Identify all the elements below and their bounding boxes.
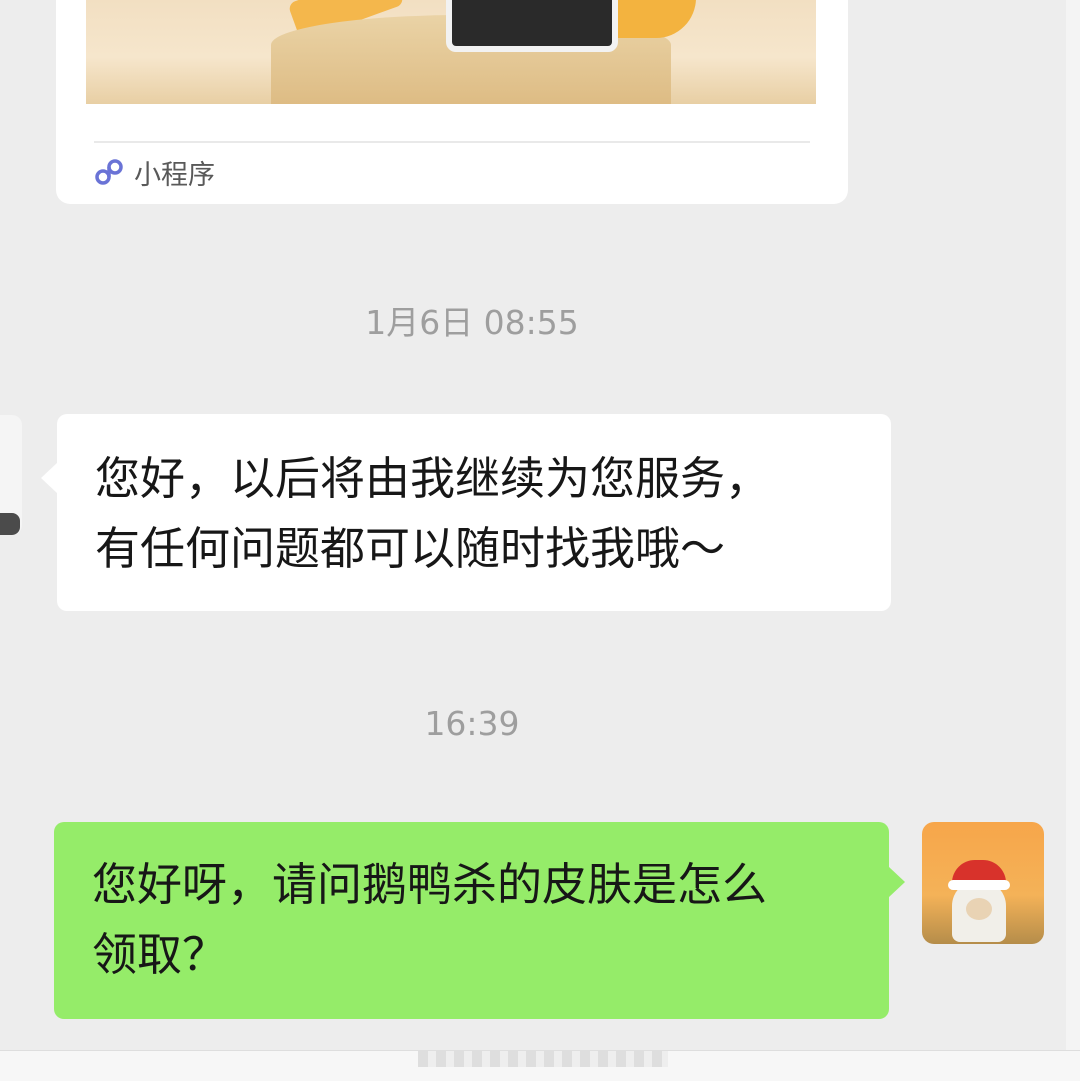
avatar-hat-rim bbox=[948, 880, 1010, 890]
card-divider bbox=[94, 141, 810, 143]
mini-program-cover-image bbox=[86, 0, 816, 104]
message-line: 领取？ bbox=[92, 928, 228, 981]
message-line: 您好，以后将由我继续为您服务， bbox=[95, 452, 771, 505]
avatar-detail bbox=[0, 513, 20, 535]
timestamp: 1月6日 08:55 bbox=[365, 303, 579, 342]
scroll-edge bbox=[1066, 0, 1080, 1080]
message-line: 有任何问题都可以随时找我哦～ bbox=[95, 522, 726, 575]
user-avatar[interactable] bbox=[922, 822, 1044, 944]
bottom-input-bar bbox=[0, 1050, 1080, 1081]
cover-decoration bbox=[606, 0, 696, 38]
incoming-message-bubble[interactable]: 您好，以后将由我继续为您服务， 有任何问题都可以随时找我哦～ bbox=[41, 414, 891, 611]
message-line: 您好呀，请问鹅鸭杀的皮肤是怎么 bbox=[92, 858, 768, 911]
cover-phone bbox=[446, 0, 618, 52]
mini-program-footer: 小程序 bbox=[92, 152, 215, 192]
bubble-tail bbox=[888, 866, 905, 898]
mini-program-link-icon bbox=[95, 159, 123, 185]
avatar-face bbox=[966, 898, 992, 920]
bubble-tail bbox=[41, 462, 58, 494]
mini-program-label: 小程序 bbox=[134, 159, 215, 191]
contact-avatar[interactable] bbox=[0, 415, 22, 535]
mini-program-card[interactable]: 小程序 bbox=[56, 0, 848, 204]
timestamp: 16:39 bbox=[424, 704, 520, 743]
outgoing-message-bubble[interactable]: 您好呀，请问鹅鸭杀的皮肤是怎么 领取？ bbox=[54, 822, 905, 1019]
blurred-watermark bbox=[418, 1051, 668, 1067]
